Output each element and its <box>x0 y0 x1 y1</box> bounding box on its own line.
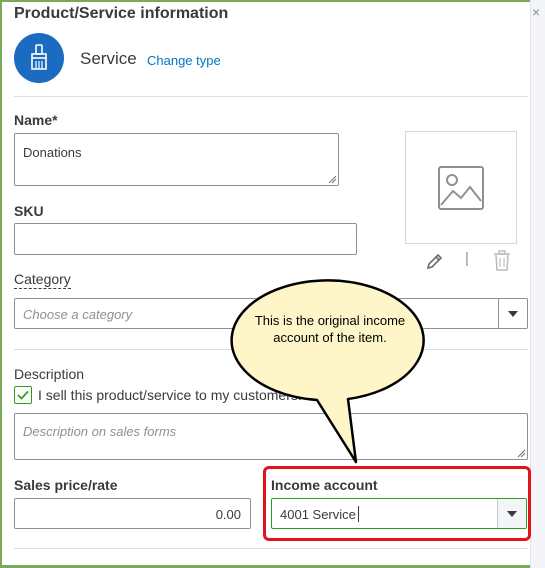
callout-text: This is the original income account of t… <box>254 313 406 345</box>
callout-bubble <box>230 279 425 464</box>
